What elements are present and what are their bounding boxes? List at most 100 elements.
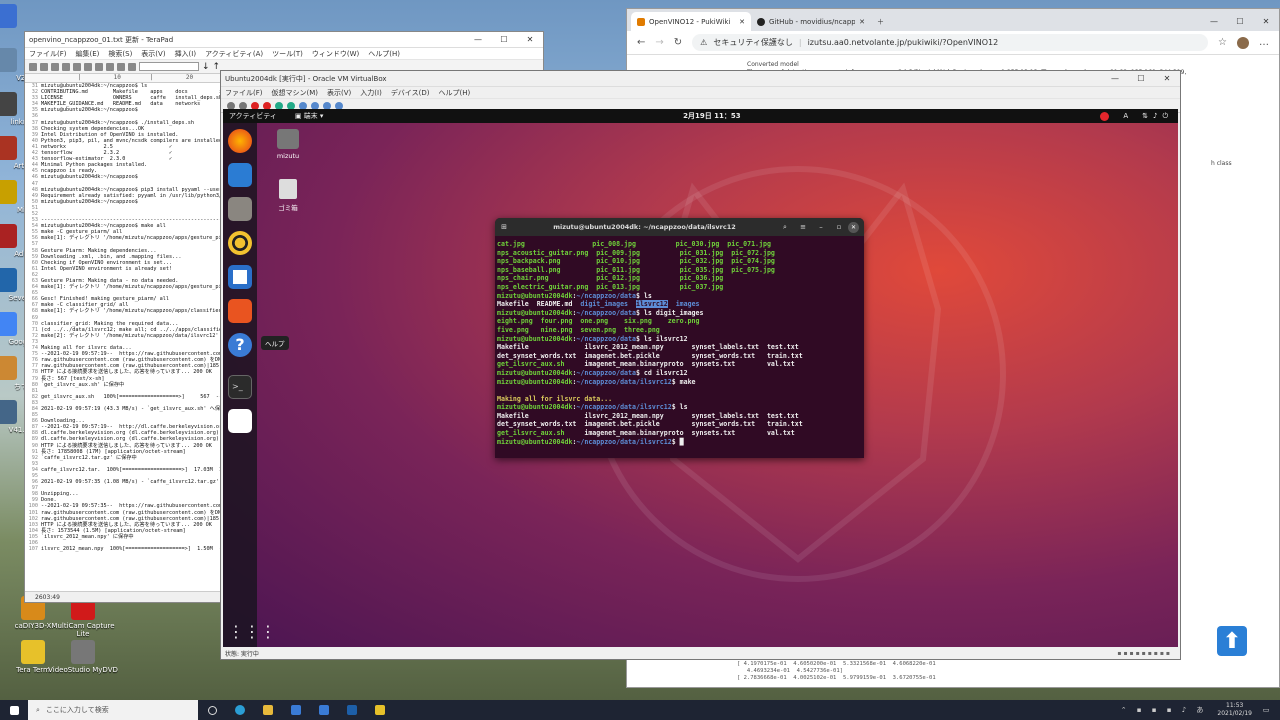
open-file-icon[interactable]: [40, 62, 48, 71]
help-icon[interactable]: ?: [228, 333, 252, 357]
desktop-shortcut[interactable]: VideoStudio MyDVD: [48, 640, 118, 674]
hamburger-menu-icon[interactable]: ≡: [794, 223, 812, 231]
tray-icons[interactable]: ⌃ ▪ ▪ ▪ ♪ あ: [1121, 705, 1208, 715]
line-text: caffe_ilsvrc12.tar. 100%[===============…: [41, 466, 245, 473]
new-file-icon[interactable]: [29, 62, 37, 71]
terminal-text: mizutu@ubuntu2004dk: [497, 368, 573, 377]
menu-item[interactable]: ウィンドウ(W): [312, 49, 359, 59]
search-dropdown[interactable]: [139, 62, 199, 71]
menu-item[interactable]: ヘルプ(H): [368, 49, 400, 59]
maximize-button[interactable]: ☐: [1227, 17, 1253, 26]
task-view-button[interactable]: [198, 700, 226, 720]
line-text: `caffe_ilsvrc12.tar.gz' に保存中: [41, 454, 137, 461]
more-icon[interactable]: …: [1259, 37, 1279, 48]
close-icon[interactable]: ✕: [859, 18, 865, 26]
close-button[interactable]: ✕: [517, 35, 543, 44]
copy-icon[interactable]: [84, 62, 92, 71]
line-text: get_ilsvrc_aux.sh 100%[=================…: [41, 393, 241, 400]
paste-icon[interactable]: [95, 62, 103, 71]
close-icon[interactable]: ✕: [848, 221, 859, 233]
minimize-button[interactable]: —: [465, 35, 491, 44]
terminal-text: pic_008.jpg pic_030.jpg pic_071.jpg: [580, 240, 771, 248]
tab-openvino12[interactable]: OpenVINO12 - PukiWiki ✕: [631, 12, 751, 31]
new-tab-button[interactable]: ＋: [871, 12, 891, 31]
menu-item[interactable]: 表示(V): [141, 49, 165, 59]
show-applications-icon[interactable]: ⋮⋮⋮: [228, 621, 276, 645]
start-button[interactable]: [0, 700, 28, 720]
tab-github-ncappzoo[interactable]: GitHub - movidius/ncappzoo: C... ✕: [751, 12, 871, 31]
menu-item[interactable]: デバイス(D): [391, 88, 430, 98]
close-button[interactable]: ✕: [1154, 74, 1180, 83]
terminal-window[interactable]: ⊞ mizutu@ubuntu2004dk: ~/ncappzoo/data/i…: [495, 218, 864, 458]
taskbar-clock[interactable]: 11:53 2021/02/19: [1217, 702, 1252, 718]
back-arrow-icon[interactable]: ←: [637, 37, 645, 48]
activities-button[interactable]: アクティビティ: [223, 111, 277, 121]
search-icon[interactable]: ⌕: [776, 223, 794, 232]
terminal-output[interactable]: cat.jpg pic_008.jpg pic_030.jpg pic_071.…: [495, 236, 864, 450]
mail-taskbar-button[interactable]: [310, 700, 338, 720]
firefox-icon[interactable]: [228, 129, 252, 153]
maximize-button[interactable]: ☐: [1128, 74, 1154, 83]
store-taskbar-button[interactable]: [282, 700, 310, 720]
menu-item[interactable]: ファイル(F): [225, 88, 263, 98]
power-icon[interactable]: ⏻: [1162, 112, 1168, 121]
notification-center-button[interactable]: ▭: [1252, 700, 1280, 720]
menu-item[interactable]: ツール(T): [272, 49, 303, 59]
star-icon[interactable]: ☆: [1218, 37, 1227, 48]
notification-badge-icon[interactable]: [1100, 111, 1110, 121]
undo-icon[interactable]: [106, 62, 114, 71]
find-icon[interactable]: [128, 62, 136, 71]
menu-item[interactable]: 表示(V): [327, 88, 351, 98]
refresh-icon[interactable]: ↻: [674, 37, 682, 48]
down-arrow-icon[interactable]: ↓: [202, 62, 210, 72]
volume-icon[interactable]: ♪: [1153, 112, 1157, 120]
minimize-button[interactable]: —: [1201, 17, 1227, 26]
shortcut-icon: [0, 268, 17, 292]
redo-icon[interactable]: [117, 62, 125, 71]
maximize-button[interactable]: ☐: [491, 35, 517, 44]
rhythmbox-icon[interactable]: [228, 231, 252, 255]
new-tab-icon[interactable]: ⊞: [495, 223, 513, 231]
desktop-shortcut[interactable]: [0, 4, 40, 30]
network-icon[interactable]: ⇅: [1142, 112, 1148, 120]
minimize-icon[interactable]: –: [812, 223, 830, 231]
terminal-text: $ █: [671, 437, 684, 446]
virtualbox-taskbar-button[interactable]: [338, 700, 366, 720]
print-icon[interactable]: [62, 62, 70, 71]
minimize-button[interactable]: —: [1102, 74, 1128, 83]
topbar-clock[interactable]: 2月19日 11：53: [323, 111, 1100, 121]
menu-item[interactable]: 仮想マシン(M): [272, 88, 319, 98]
url-field[interactable]: ⚠ セキュリティ保護なし | izutsu.aa0.netvolante.jp/…: [692, 34, 1209, 51]
profile-avatar[interactable]: [1237, 36, 1249, 49]
desktop-trash[interactable]: ゴミ箱: [268, 179, 308, 212]
app-menu[interactable]: ▣ 端末 ▾: [277, 111, 324, 121]
menu-item[interactable]: ヘルプ(H): [438, 88, 470, 98]
up-arrow-icon[interactable]: ↑: [213, 62, 221, 72]
menu-item[interactable]: アクティビティ(A): [205, 49, 263, 59]
close-icon[interactable]: ✕: [739, 18, 745, 26]
menu-item[interactable]: 検索(S): [108, 49, 132, 59]
edge-taskbar-button[interactable]: [226, 700, 254, 720]
cut-icon[interactable]: [73, 62, 81, 71]
terminal-text: mizutu@ubuntu2004dk: [497, 334, 573, 343]
libreoffice-writer-icon[interactable]: [228, 265, 252, 289]
files-icon[interactable]: [228, 197, 252, 221]
save-icon[interactable]: [51, 62, 59, 71]
desktop-home-folder[interactable]: mizutu: [268, 129, 308, 160]
menu-item[interactable]: 入力(I): [360, 88, 382, 98]
taskbar-search-box[interactable]: ⌕ ここに入力して検索: [28, 700, 198, 720]
menu-item[interactable]: ファイル(F): [29, 49, 67, 59]
close-button[interactable]: ✕: [1253, 17, 1279, 26]
menu-item[interactable]: 編集(E): [76, 49, 100, 59]
maximize-icon[interactable]: ▫: [830, 223, 848, 231]
text-editor-icon[interactable]: [228, 409, 252, 433]
terminal-icon[interactable]: >_: [228, 375, 252, 399]
forward-arrow-icon[interactable]: →: [655, 37, 663, 48]
scroll-to-top-button[interactable]: ⬆: [1217, 626, 1247, 656]
input-method-indicator[interactable]: A: [1123, 112, 1128, 120]
explorer-taskbar-button[interactable]: [254, 700, 282, 720]
terapad-taskbar-button[interactable]: [366, 700, 394, 720]
thunderbird-icon[interactable]: [228, 163, 252, 187]
menu-item[interactable]: 挿入(I): [175, 49, 197, 59]
ubuntu-software-icon[interactable]: [228, 299, 252, 323]
